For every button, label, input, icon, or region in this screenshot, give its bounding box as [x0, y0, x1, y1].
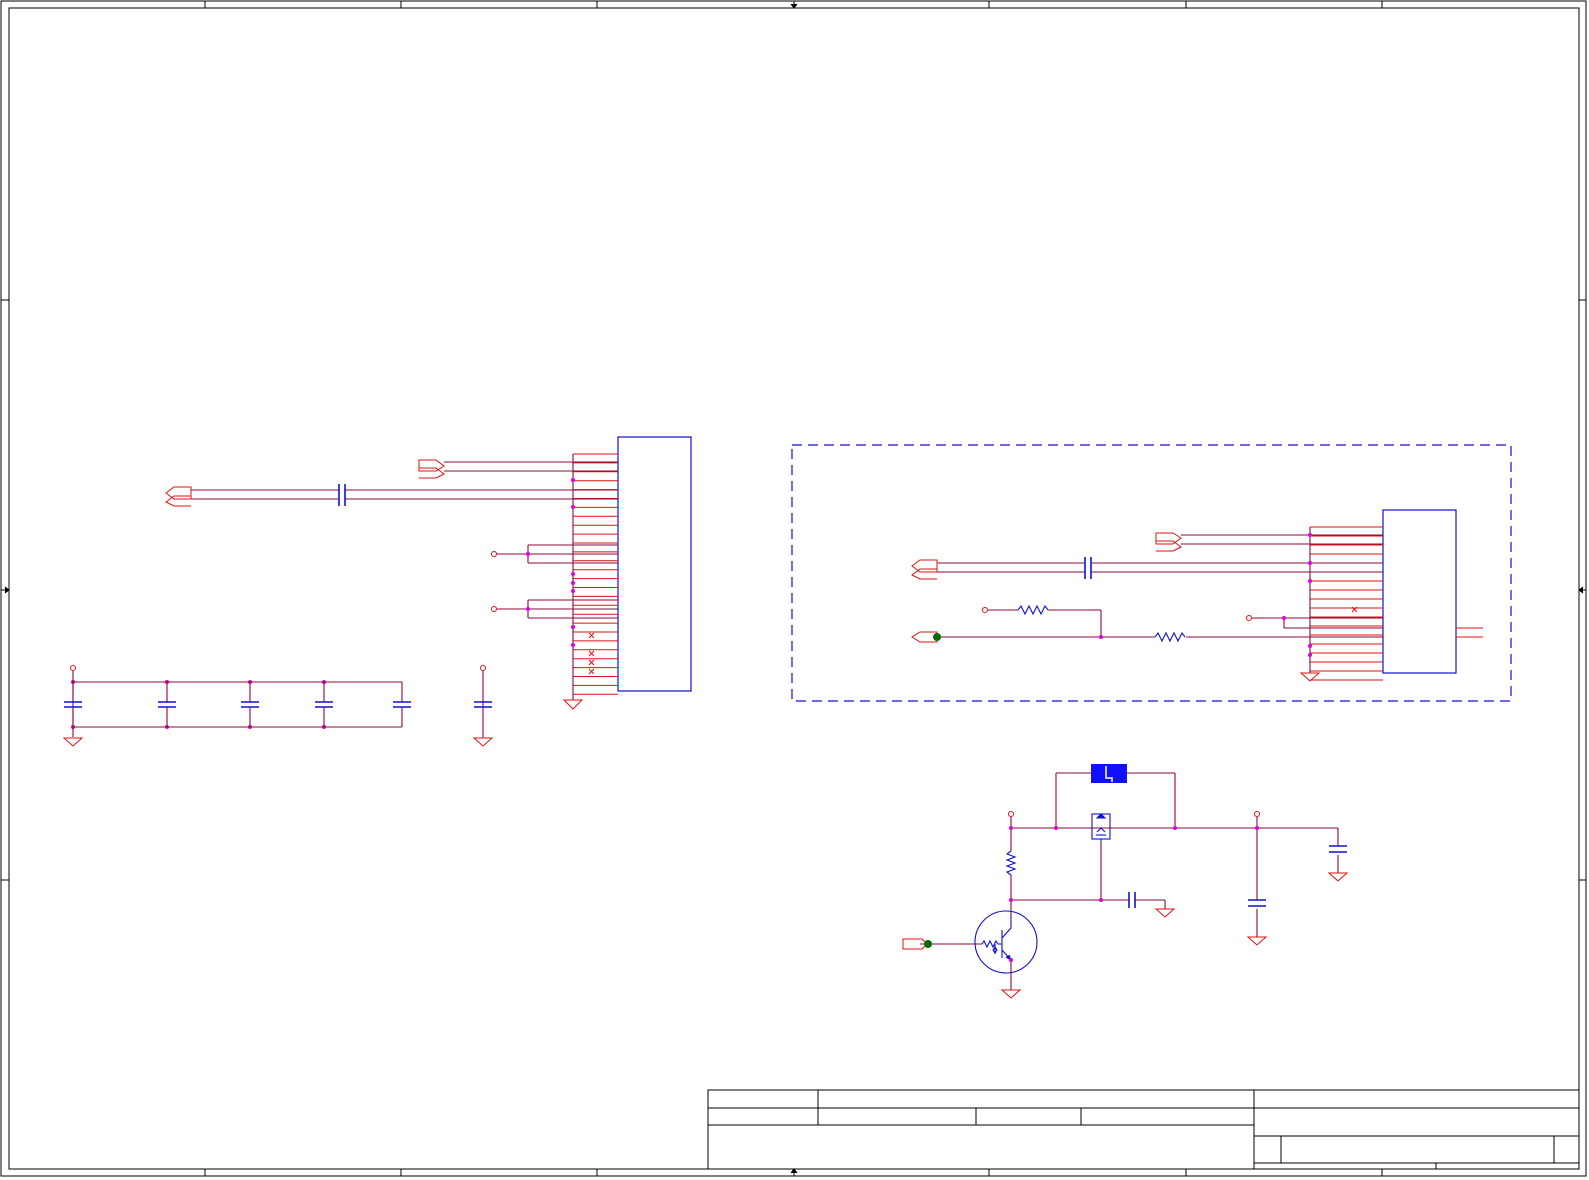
right-junctions — [1099, 533, 1312, 657]
junction-dot — [571, 643, 575, 647]
junction-dot — [1173, 826, 1177, 830]
junction-dot — [1308, 579, 1312, 583]
schematic-sheet — [0, 0, 1587, 1177]
sheet-border — [0, 0, 1587, 1177]
junction-dot — [571, 572, 575, 576]
title-block — [707, 1089, 1580, 1170]
pullup-resistor — [1005, 850, 1017, 876]
left-port-symbols — [165, 459, 497, 612]
right-signal-wires — [937, 527, 1383, 673]
left-junctions — [71, 478, 575, 729]
net-marker-switch — [924, 940, 932, 948]
junction-dot — [526, 607, 530, 611]
junction-dot — [1099, 635, 1103, 639]
junction-dot — [1308, 653, 1312, 657]
gate-capacitor — [1128, 892, 1136, 908]
junction-dot — [571, 505, 575, 509]
junction-dot — [1282, 616, 1286, 620]
junction-dot — [1054, 826, 1058, 830]
junction-dot — [1308, 561, 1312, 565]
right-series-capacitor — [1084, 557, 1092, 579]
left-ground-symbol — [562, 699, 584, 710]
junction-dot — [1255, 826, 1259, 830]
junction-dot — [1308, 644, 1312, 648]
junction-dot — [571, 581, 575, 585]
optional-block-outline — [791, 444, 1512, 702]
net-marker-right — [933, 633, 941, 641]
junction-dot — [526, 552, 530, 556]
center-markers — [1, 1, 1586, 1176]
junction-dot — [1099, 898, 1103, 902]
junction-dot — [1009, 826, 1013, 830]
single-decoupling-capacitor — [472, 665, 494, 747]
junction-dot — [1009, 898, 1013, 902]
left-series-capacitor — [338, 484, 346, 506]
junction-dot — [1308, 533, 1312, 537]
junction-dot — [571, 625, 575, 629]
switch-junctions — [1009, 826, 1259, 962]
left-connector — [573, 436, 692, 695]
right-port-symbols — [911, 532, 1358, 682]
power-switch-wires — [920, 772, 1339, 990]
decoupling-capacitor-bank — [62, 665, 411, 747]
junction-dot — [571, 589, 575, 593]
left-signal-wires — [191, 454, 618, 700]
fuse-component — [1091, 764, 1127, 783]
power-switch-ports — [902, 811, 1349, 999]
npn-transistor — [974, 910, 1038, 974]
junction-dot — [571, 478, 575, 482]
junction-dot — [1009, 958, 1013, 962]
